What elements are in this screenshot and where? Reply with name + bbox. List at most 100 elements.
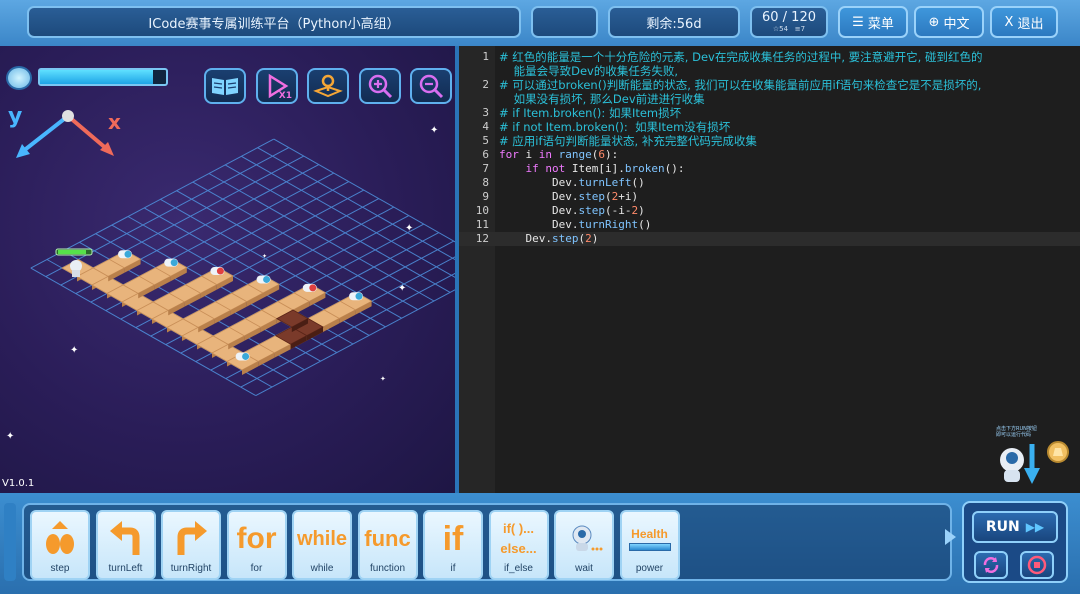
code-editor[interactable]: 1 # 红色的能量是一个十分危险的元素, Dev在完成收集任务的过程中, 要注意避… — [459, 46, 1080, 493]
score-sub-b: 7 — [800, 25, 806, 33]
code-text: # 红色的能量是一个十分危险的元素, Dev在完成收集任务的过程中, 要注意避开… — [499, 50, 983, 64]
robot-wait-icon — [556, 516, 612, 562]
code-text: Dev.step(-i-2) — [499, 204, 645, 217]
line-number: 1 — [482, 50, 489, 63]
language-label: 中文 — [943, 16, 970, 32]
energy-item — [118, 250, 132, 259]
line-number: 7 — [482, 162, 489, 175]
code-line[interactable]: 10 Dev.step(-i-2) — [459, 204, 1080, 218]
exit-label: 退出 — [1017, 16, 1044, 32]
block-turnRight[interactable]: turnRight — [161, 510, 221, 580]
code-line[interactable]: 如果没有损坏, 那么Dev前进进行收集 — [459, 92, 1080, 106]
block-label: turnLeft — [108, 563, 143, 574]
fast-forward-icon: ▶▶ — [1025, 520, 1045, 534]
globe-icon: ⊕ — [928, 14, 940, 30]
left-scroll-handle[interactable] — [4, 503, 16, 581]
line-number: 3 — [482, 106, 489, 119]
reset-button[interactable] — [974, 551, 1008, 579]
language-button[interactable]: ⊕ 中文 — [914, 6, 984, 38]
energy-item — [349, 292, 363, 301]
block-label: function — [369, 563, 406, 574]
code-text: # if not Item.broken(): 如果Item没有损坏 — [499, 120, 731, 134]
refresh-icon — [983, 557, 999, 573]
for-block-icon: for — [236, 522, 277, 555]
code-line[interactable]: 1 # 红色的能量是一个十分危险的元素, Dev在完成收集任务的过程中, 要注意避… — [459, 50, 1080, 64]
code-text: # if Item.broken(): 如果Item损坏 — [499, 106, 682, 120]
code-line[interactable]: 9 Dev.step(2+i) — [459, 190, 1080, 204]
footprints-icon — [32, 516, 88, 562]
bottom-toolbar: step turnLeft turnRight for for while while fun… — [0, 493, 1080, 594]
energy-item — [256, 275, 271, 284]
code-line[interactable]: 6 for i in range(6): — [459, 148, 1080, 162]
scroll-right-icon[interactable] — [945, 529, 956, 545]
line-number: 9 — [482, 190, 489, 203]
run-label: RUN — [985, 519, 1020, 535]
block-label: if_else — [504, 563, 533, 574]
block-while[interactable]: while while — [292, 510, 352, 580]
code-text: Dev.step(2) — [499, 232, 599, 245]
score-sub-a: 54 — [779, 25, 789, 33]
block-step[interactable]: step — [30, 510, 90, 580]
block-label: step — [50, 563, 70, 574]
block-label: for — [250, 563, 263, 574]
code-blocks-panel: step turnLeft turnRight for for while while fun… — [22, 503, 952, 581]
code-text: # 应用if语句判断能量状态, 补充完整代码完成收集 — [499, 134, 757, 148]
code-text: for i in range(6): — [499, 148, 619, 161]
energy-item — [235, 352, 250, 361]
stop-button[interactable] — [1020, 551, 1054, 579]
code-text: Dev.step(2+i) — [499, 190, 639, 203]
code-line[interactable]: 11 Dev.turnRight() — [459, 218, 1080, 232]
block-label: power — [635, 563, 664, 574]
game-viewport: ✦ ✦ ✦ ✦ ✦ ✦ ✦ X1 y x V1.0.1 — [0, 46, 455, 493]
platform-title-text: ICode赛事专属训练平台（Python小高组） — [148, 16, 400, 32]
menu-label: 菜单 — [867, 16, 894, 32]
blank-header-box — [531, 6, 598, 38]
function-block-icon: func — [364, 526, 411, 551]
score-sub: ☆54 ≡7 — [773, 26, 805, 33]
code-text: Dev.turnLeft() — [499, 176, 645, 189]
broken-energy-item — [302, 283, 317, 292]
turn-left-arrow-icon — [98, 516, 154, 562]
block-wait[interactable]: wait — [554, 510, 614, 580]
block-label: wait — [575, 563, 593, 574]
line-number: 6 — [482, 148, 489, 161]
block-function[interactable]: func function — [357, 510, 418, 580]
stop-icon — [1027, 555, 1047, 575]
energy-item — [164, 258, 179, 267]
version-label: V1.0.1 — [2, 478, 35, 489]
score-text: 60 / 120 — [762, 10, 816, 25]
code-line[interactable]: 能量会导致Dev的收集任务失败, — [459, 64, 1080, 78]
code-line[interactable]: 4 # if not Item.broken(): 如果Item没有损坏 — [459, 120, 1080, 134]
block-if-else[interactable]: if( )... else... if_else — [488, 510, 549, 580]
turn-right-arrow-icon — [163, 516, 219, 562]
remaining-days-text: 剩余:56d — [646, 16, 702, 32]
power-block-icon: Health — [622, 516, 678, 562]
code-line[interactable]: 8 Dev.turnLeft() — [459, 176, 1080, 190]
block-turnLeft[interactable]: turnLeft — [95, 510, 156, 580]
game-map — [30, 138, 455, 397]
helper-robot-icon — [1000, 441, 1069, 484]
remaining-days: 剩余:56d — [608, 6, 740, 38]
line-number: 5 — [482, 134, 489, 147]
block-label: turnRight — [170, 563, 212, 574]
block-if[interactable]: if if — [423, 510, 483, 580]
line-number: 2 — [482, 78, 489, 91]
code-text: # 可以通过broken()判断能量的状态, 我们可以在收集能量前应用if语句来… — [499, 78, 982, 92]
run-panel: RUN ▶▶ — [962, 501, 1068, 583]
block-for[interactable]: for for — [226, 510, 287, 580]
exit-button[interactable]: X 退出 — [990, 6, 1058, 38]
code-line[interactable]: 7 if not Item[i].broken(): — [459, 162, 1080, 176]
code-text: Dev.turnRight() — [499, 218, 652, 231]
menu-button[interactable]: ☰ 菜单 — [838, 6, 908, 38]
run-button[interactable]: RUN ▶▶ — [972, 511, 1058, 543]
block-power[interactable]: Health power — [619, 510, 680, 580]
code-line[interactable]: 12 Dev.step(2) — [459, 232, 1080, 246]
code-line[interactable]: 5 # 应用if语句判断能量状态, 补充完整代码完成收集 — [459, 134, 1080, 148]
top-bar: ICode赛事专属训练平台（Python小高组） 剩余:56d 60 / 120… — [0, 0, 1080, 46]
menu-icon: ☰ — [852, 14, 864, 30]
code-text: 能量会导致Dev的收集任务失败, — [499, 64, 679, 78]
code-line[interactable]: 3 # if Item.broken(): 如果Item损坏 — [459, 106, 1080, 120]
code-line[interactable]: 2 # 可以通过broken()判断能量的状态, 我们可以在收集能量前应用if语句… — [459, 78, 1080, 92]
block-label: if — [450, 563, 456, 574]
line-number: 10 — [475, 204, 489, 217]
